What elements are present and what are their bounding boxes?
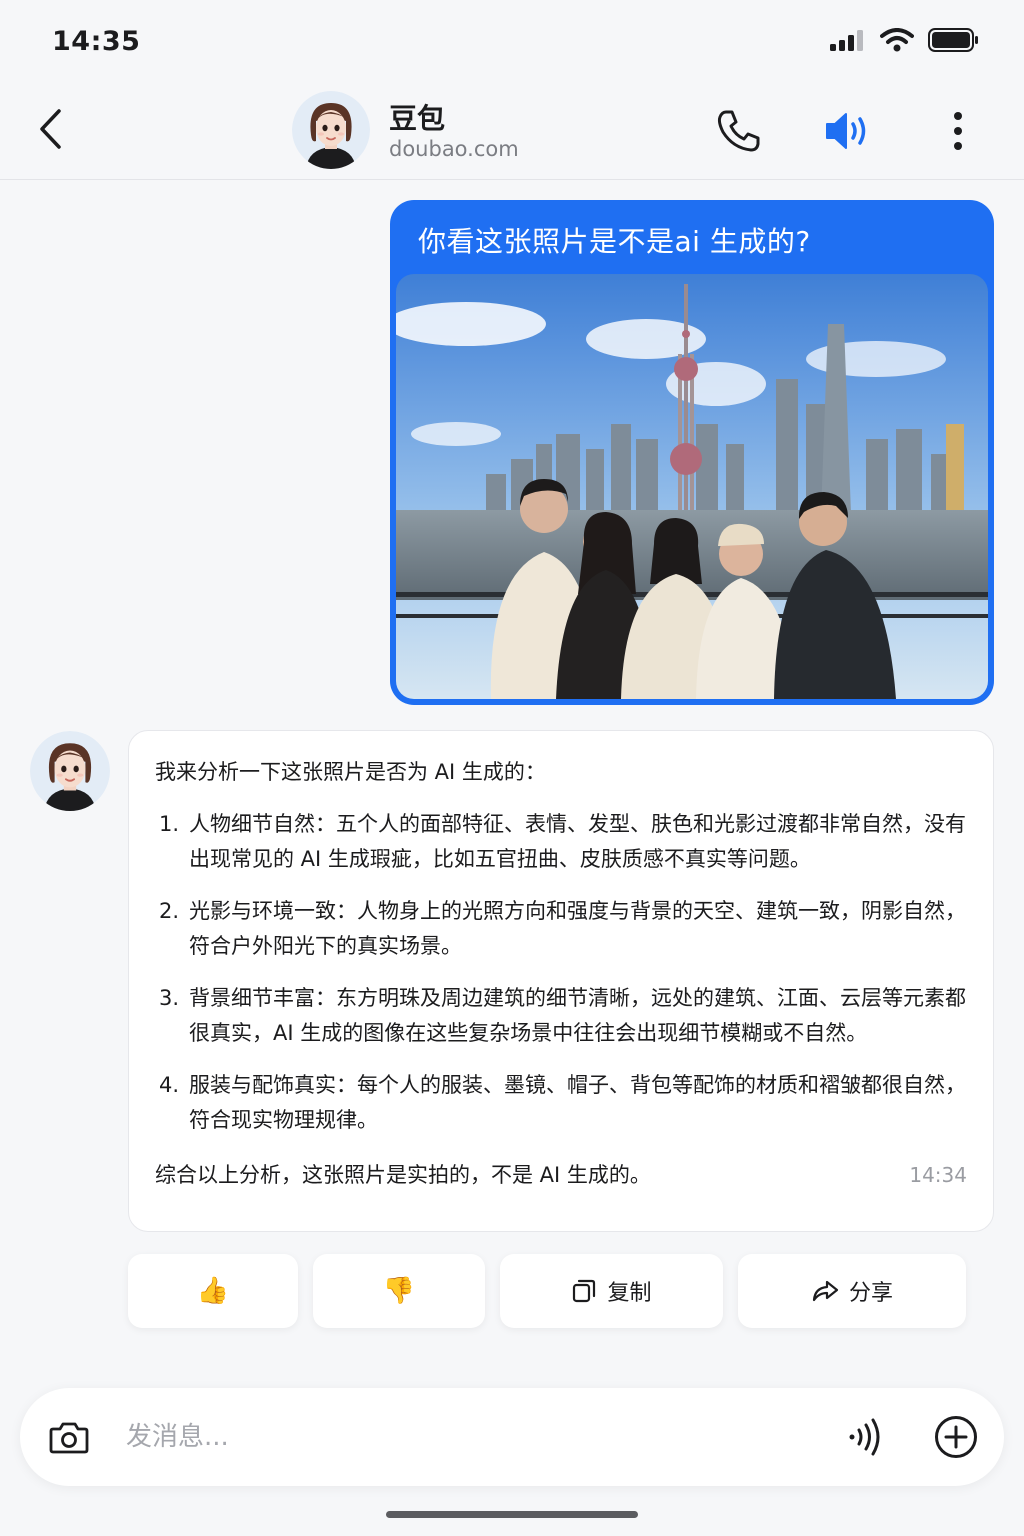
back-button[interactable] <box>30 106 70 152</box>
message-input-bar <box>20 1388 1004 1486</box>
voice-input-button[interactable] <box>842 1414 888 1460</box>
list-item-text: 背景细节丰富：东方明珠及周边建筑的细节清晰，远处的建筑、江面、云层等元素都很真实… <box>189 986 966 1045</box>
thumbs-up-icon: 👍 <box>196 1276 230 1306</box>
bot-intro-text: 我来分析一下这张照片是否为 AI 生成的： <box>155 760 546 784</box>
message-photo[interactable] <box>396 274 988 699</box>
contact-name: 豆包 <box>389 102 446 135</box>
list-item-text: 服装与配饰真实：每个人的服装、墨镜、帽子、背包等配饰的材质和褶皱都很自然，符合现… <box>189 1073 966 1132</box>
share-button[interactable]: 分享 <box>738 1254 966 1328</box>
status-icons <box>830 28 980 56</box>
dislike-button[interactable]: 👎 <box>313 1254 485 1328</box>
phone-icon <box>717 110 760 152</box>
camera-button[interactable] <box>46 1414 92 1460</box>
signal-icon <box>830 29 866 55</box>
wifi-icon <box>880 28 914 56</box>
bot-avatar[interactable] <box>30 731 110 811</box>
bot-summary-row: 综合以上分析，这张照片是实拍的，不是 AI 生成的。 14:34 <box>155 1158 967 1193</box>
back-icon <box>40 109 61 149</box>
more-vertical-icon <box>954 112 962 150</box>
list-item-number: 4. <box>159 1073 180 1097</box>
list-item: 1. 人物细节自然：五个人的面部特征、表情、发型、肤色和光影过渡都非常自然，没有… <box>155 807 967 877</box>
camera-icon <box>49 1422 89 1454</box>
speaker-button[interactable] <box>822 106 878 156</box>
bot-message-bubble[interactable]: 我来分析一下这张照片是否为 AI 生成的： 1. 人物细节自然：五个人的面部特征… <box>128 730 994 1232</box>
add-button[interactable] <box>932 1413 980 1461</box>
list-item: 4. 服装与配饰真实：每个人的服装、墨镜、帽子、背包等配饰的材质和褶皱都很自然，… <box>155 1068 967 1138</box>
share-label: 分享 <box>848 1281 893 1306</box>
user-message-text: 你看这张照片是不是ai 生成的? <box>418 225 811 258</box>
list-item-number: 2. <box>159 899 180 923</box>
call-button[interactable] <box>712 106 764 156</box>
status-bar: 14:35 <box>0 0 1024 80</box>
home-indicator[interactable] <box>386 1511 638 1518</box>
list-item-text: 人物细节自然：五个人的面部特征、表情、发型、肤色和光影过渡都非常自然，没有出现常… <box>189 812 966 871</box>
avatar[interactable] <box>292 91 370 169</box>
contact-subtitle: doubao.com <box>389 137 519 161</box>
speaker-icon <box>826 113 866 149</box>
like-button[interactable]: 👍 <box>128 1254 298 1328</box>
message-timestamp: 14:34 <box>909 1163 967 1187</box>
battery-icon <box>928 28 980 56</box>
thumbs-down-icon: 👎 <box>382 1276 416 1306</box>
bot-summary-text: 综合以上分析，这张照片是实拍的，不是 AI 生成的。 <box>155 1163 651 1187</box>
list-item-text: 光影与环境一致：人物身上的光照方向和强度与背景的天空、建筑一致，阴影自然，符合户… <box>189 899 966 958</box>
share-icon <box>812 1280 839 1302</box>
list-item: 2. 光影与环境一致：人物身上的光照方向和强度与背景的天空、建筑一致，阴影自然，… <box>155 894 967 964</box>
more-button[interactable] <box>936 106 980 156</box>
chat-header: 豆包 doubao.com <box>0 80 1024 180</box>
status-time: 14:35 <box>52 26 141 57</box>
message-input[interactable] <box>126 1415 726 1459</box>
copy-button[interactable]: 复制 <box>500 1254 723 1328</box>
plus-circle-icon <box>935 1416 977 1458</box>
list-item-number: 3. <box>159 986 180 1010</box>
copy-label: 复制 <box>607 1281 652 1306</box>
list-item: 3. 背景细节丰富：东方明珠及周边建筑的细节清晰，远处的建筑、江面、云层等元素都… <box>155 981 967 1051</box>
user-message-bubble[interactable]: 你看这张照片是不是ai 生成的? <box>390 200 994 705</box>
copy-icon <box>573 1279 596 1303</box>
voice-wave-icon <box>849 1418 880 1456</box>
list-item-number: 1. <box>159 812 180 836</box>
